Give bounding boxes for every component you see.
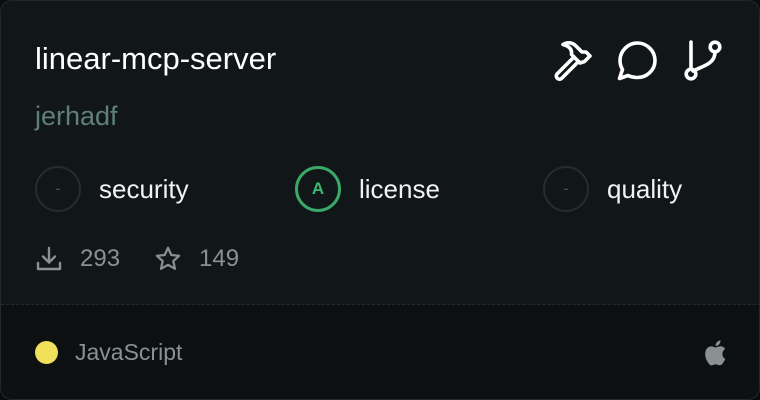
star-icon (155, 246, 181, 270)
downloads-stat: 293 (35, 245, 120, 273)
language-indicator: JavaScript (35, 339, 182, 366)
quality-label: quality (607, 173, 683, 204)
language-name: JavaScript (75, 339, 183, 365)
downloads-count: 293 (80, 245, 121, 272)
action-icons (549, 38, 725, 82)
hammer-icon[interactable] (549, 38, 593, 82)
score-security[interactable]: - security (35, 165, 189, 213)
score-row: - security A license - quality (35, 165, 735, 213)
stars-count: 149 (199, 245, 240, 272)
stars-stat: 149 (154, 245, 239, 273)
score-quality[interactable]: - quality (543, 165, 682, 213)
server-title[interactable]: linear-mcp-server (35, 39, 276, 79)
security-badge: - (35, 166, 81, 212)
server-card[interactable]: linear-mcp-server jerhadf - security A l… (0, 0, 760, 400)
security-label: security (99, 173, 189, 204)
chat-bubble-icon[interactable] (615, 38, 659, 82)
license-badge: A (295, 166, 341, 212)
stats-row: 293 149 (35, 241, 273, 277)
download-icon (36, 246, 62, 271)
license-label: license (359, 173, 440, 204)
card-footer: JavaScript (1, 305, 759, 399)
score-license[interactable]: A license (295, 165, 440, 213)
git-fork-icon[interactable] (681, 38, 725, 82)
language-color-dot (35, 341, 58, 364)
apple-icon (701, 339, 727, 367)
author-link[interactable]: jerhadf (35, 99, 118, 133)
quality-badge: - (543, 166, 589, 212)
